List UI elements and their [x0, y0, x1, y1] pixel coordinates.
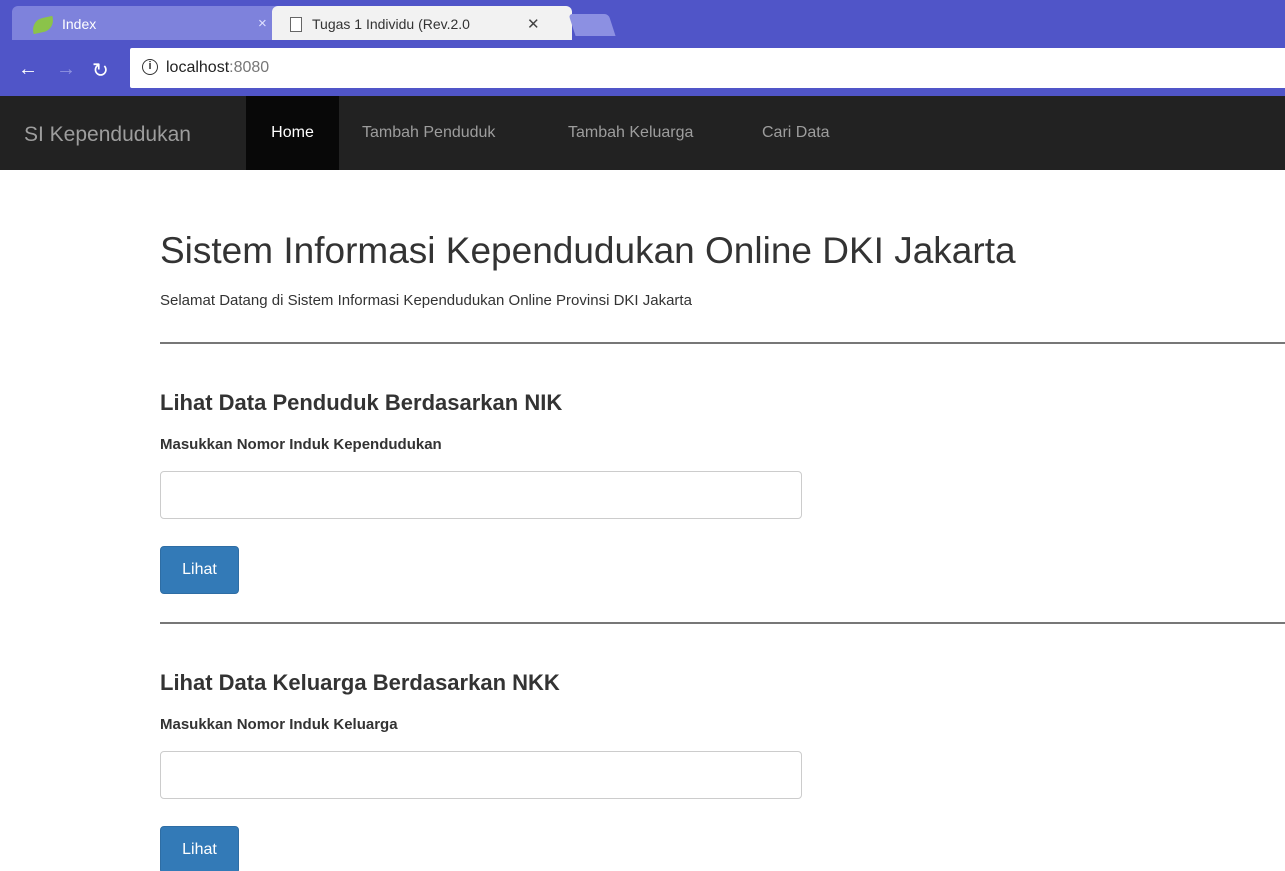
page-title: Sistem Informasi Kependudukan Online DKI…	[160, 230, 1016, 271]
browser-toolbar: ← → ↻ i localhost:8080	[0, 44, 1285, 96]
arrow-left-icon[interactable]: ←	[18, 58, 38, 81]
browser-tabstrip: Index × Tugas 1 Individu (Rev.2.0 ✕	[0, 0, 1285, 44]
browser-tab-index[interactable]: Index ×	[12, 6, 294, 40]
lihat-nik-button[interactable]: Lihat	[160, 546, 239, 594]
nik-input[interactable]	[160, 471, 802, 519]
new-tab-button[interactable]	[568, 14, 616, 36]
nav-item-home[interactable]: Home	[246, 96, 339, 170]
browser-tab-tugas[interactable]: Tugas 1 Individu (Rev.2.0 ✕	[272, 6, 572, 40]
divider	[160, 342, 1285, 344]
section-title-nkk: Lihat Data Keluarga Berdasarkan NKK	[160, 670, 560, 695]
app-navbar: SI Kependudukan Home Tambah Penduduk Tam…	[0, 96, 1285, 170]
document-icon	[290, 17, 302, 32]
nav-item-tambah-penduduk[interactable]: Tambah Penduduk	[362, 96, 495, 170]
section-title-nik: Lihat Data Penduduk Berdasarkan NIK	[160, 390, 563, 415]
info-icon[interactable]: i	[142, 59, 158, 75]
tab-label: Index	[62, 16, 97, 32]
nav-item-cari-data[interactable]: Cari Data	[762, 96, 830, 170]
arrow-right-icon[interactable]: →	[56, 58, 76, 81]
leaf-icon	[30, 15, 56, 35]
nik-field-label: Masukkan Nomor Induk Kependudukan	[160, 436, 442, 453]
nav-item-tambah-keluarga[interactable]: Tambah Keluarga	[568, 96, 693, 170]
nkk-input[interactable]	[160, 751, 802, 799]
page-subtitle: Selamat Datang di Sistem Informasi Kepen…	[160, 292, 692, 309]
url-port: :8080	[229, 59, 270, 76]
url-text: localhost:8080	[166, 59, 269, 77]
close-icon[interactable]: ✕	[527, 15, 540, 33]
address-bar[interactable]: i localhost:8080	[130, 48, 1285, 88]
navbar-brand[interactable]: SI Kependudukan	[24, 123, 191, 147]
tab-label: Tugas 1 Individu (Rev.2.0	[312, 16, 470, 32]
lihat-nkk-button[interactable]: Lihat	[160, 826, 239, 871]
close-icon[interactable]: ×	[258, 15, 267, 32]
reload-icon[interactable]: ↻	[92, 58, 109, 83]
nkk-field-label: Masukkan Nomor Induk Keluarga	[160, 716, 398, 733]
divider	[160, 622, 1285, 624]
url-host: localhost	[166, 59, 230, 76]
